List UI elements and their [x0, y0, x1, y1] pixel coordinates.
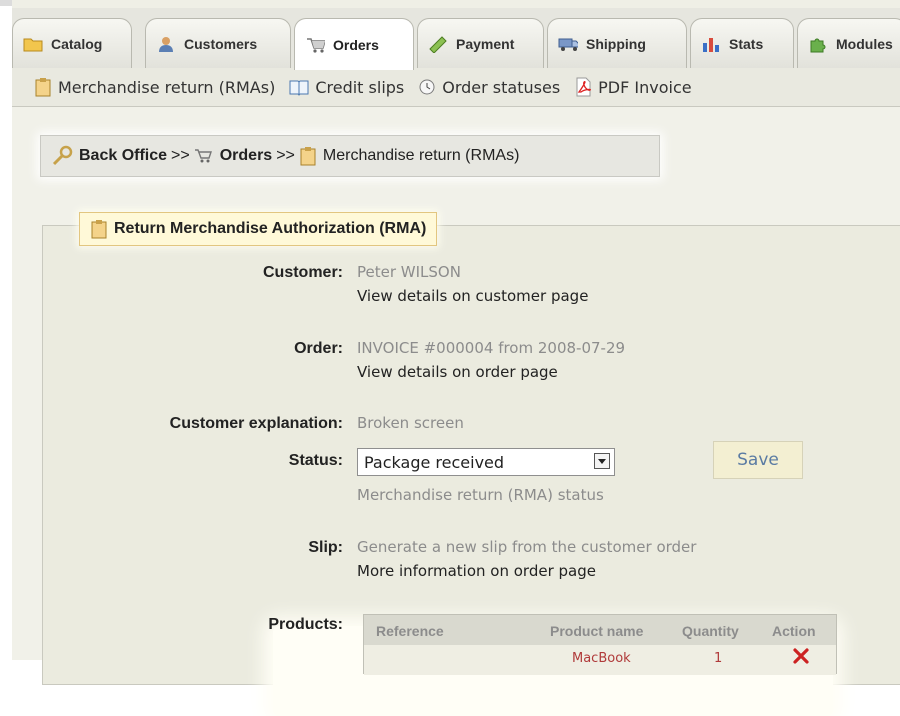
tab-label: Payment — [456, 35, 515, 52]
subnav-merchandise-returns[interactable]: Merchandise return (RMAs) — [34, 77, 275, 97]
tab-label: Customers — [184, 35, 258, 52]
status-help-text: Merchandise return (RMA) status — [357, 486, 604, 504]
explanation-value: Broken screen — [357, 414, 464, 432]
subnav-order-statuses[interactable]: Order statuses — [418, 78, 560, 97]
status-select[interactable]: Package received — [357, 448, 615, 476]
customer-name: Peter WILSON — [357, 263, 461, 281]
clipboard-icon — [299, 146, 317, 166]
puzzle-icon — [808, 35, 828, 53]
product-name-cell[interactable]: MacBook — [572, 651, 631, 666]
tab-stats[interactable]: Stats — [690, 18, 794, 68]
clock-icon — [418, 78, 436, 96]
customer-page-link[interactable]: View details on customer page — [357, 287, 588, 305]
breadcrumb-section[interactable]: Orders — [220, 147, 272, 165]
products-label: Products: — [268, 616, 343, 633]
bar-chart-icon — [701, 35, 721, 53]
quantity-cell: 1 — [714, 651, 723, 666]
order-page-link[interactable]: View details on order page — [357, 363, 558, 381]
slip-generate-text: Generate a new slip from the customer or… — [357, 538, 697, 556]
cart-icon — [194, 148, 214, 164]
tab-label: Catalog — [51, 35, 103, 52]
col-header-product-name: Product name — [550, 623, 644, 639]
rma-legend: Return Merchandise Authorization (RMA) — [79, 212, 438, 246]
subnav-label: PDF Invoice — [598, 77, 692, 97]
clipboard-icon — [90, 219, 108, 239]
truck-icon — [558, 35, 578, 53]
clipboard-icon — [34, 77, 52, 97]
breadcrumb-root[interactable]: Back Office — [79, 147, 167, 165]
dropdown-arrow-icon[interactable] — [594, 453, 610, 469]
main-tab-bar: Catalog Customers Orders Payment Shippin… — [12, 8, 900, 70]
rma-fieldset: Return Merchandise Authorization (RMA) C… — [42, 212, 900, 716]
tab-label: Shipping — [586, 35, 646, 52]
col-header-action: Action — [772, 623, 816, 639]
wrench-icon — [51, 145, 73, 167]
breadcrumb: Back Office >> Orders >> Merchandise ret… — [40, 135, 660, 177]
tab-shipping[interactable]: Shipping — [547, 18, 687, 68]
tab-orders[interactable]: Orders — [294, 18, 414, 70]
subnav-credit-slips[interactable]: Credit slips — [289, 78, 404, 97]
status-selected-value: Package received — [364, 452, 505, 472]
status-label: Status: — [288, 452, 343, 469]
order-invoice: INVOICE #000004 from 2008-07-29 — [357, 339, 626, 357]
breadcrumb-separator: >> — [171, 147, 190, 164]
explanation-label: Customer explanation: — [169, 415, 343, 432]
folder-icon — [23, 35, 43, 53]
cart-icon — [305, 36, 325, 54]
subnav-label: Credit slips — [315, 77, 405, 97]
slip-label: Slip: — [308, 539, 343, 556]
products-table: Reference Product name Quantity Action M… — [363, 614, 837, 675]
rma-legend-title: Return Merchandise Authorization (RMA) — [114, 220, 427, 237]
customer-label: Customer: — [262, 264, 343, 281]
payment-icon — [428, 35, 448, 53]
col-header-reference: Reference — [376, 623, 444, 639]
table-row: MacBook 1 — [364, 645, 836, 675]
main-content: Back Office >> Orders >> Merchandise ret… — [12, 107, 900, 716]
tab-label: Modules — [836, 35, 893, 52]
breadcrumb-current: Merchandise return (RMAs) — [322, 147, 520, 164]
tab-modules[interactable]: Modules — [797, 18, 900, 68]
tab-label: Orders — [333, 36, 379, 53]
slip-order-link[interactable]: More information on order page — [357, 562, 596, 580]
book-icon — [289, 78, 309, 96]
delete-icon[interactable] — [792, 647, 810, 669]
save-button[interactable]: Save — [713, 441, 803, 479]
breadcrumb-separator: >> — [276, 147, 295, 164]
subnav-label: Order statuses — [442, 77, 561, 97]
tab-label: Stats — [729, 35, 764, 52]
back-office-app: Catalog Customers Orders Payment Shippin… — [12, 0, 900, 716]
col-header-quantity: Quantity — [682, 623, 739, 639]
customers-icon — [156, 35, 176, 53]
subnav-pdf-invoice[interactable]: PDF Invoice — [574, 77, 692, 97]
tab-catalog[interactable]: Catalog — [12, 18, 132, 68]
tab-customers[interactable]: Customers — [145, 18, 291, 68]
pdf-icon — [574, 77, 592, 97]
order-label: Order: — [294, 340, 343, 357]
subnav-label: Merchandise return (RMAs) — [58, 77, 276, 97]
tab-payment[interactable]: Payment — [417, 18, 544, 68]
orders-sub-nav: Merchandise return (RMAs) Credit slips O… — [12, 68, 900, 107]
